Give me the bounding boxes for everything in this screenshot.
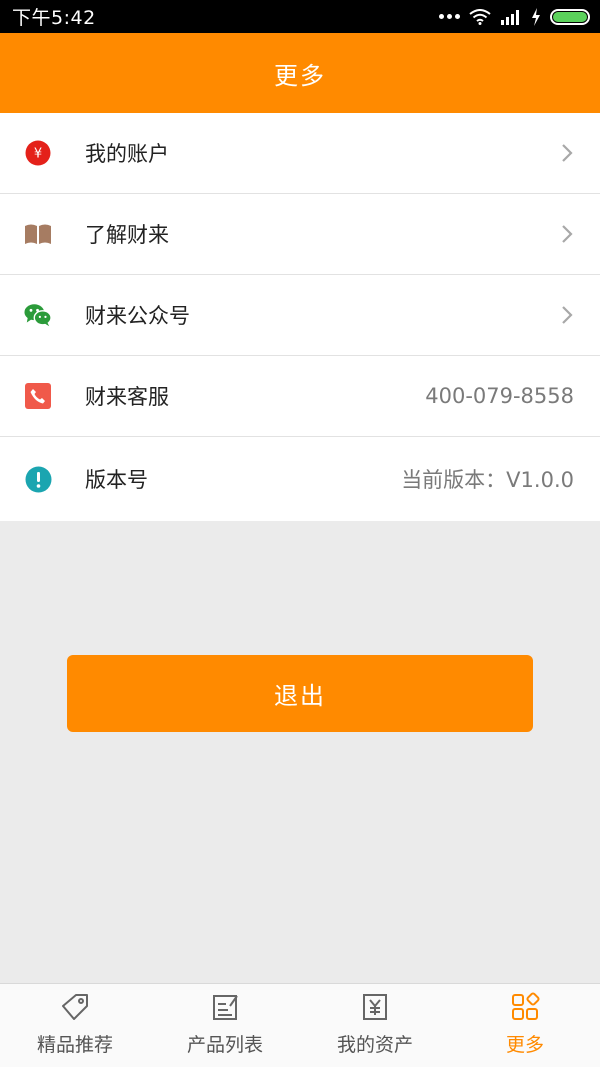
menu-item-version: 版本号 当前版本：V1.0.0 (0, 437, 600, 521)
app-header: 更多 (0, 33, 600, 113)
exclamation-circle-icon (24, 465, 52, 493)
svg-text:¥: ¥ (34, 147, 42, 162)
chevron-right-icon (562, 144, 573, 162)
yen-receipt-icon (363, 994, 387, 1020)
tab-label: 产品列表 (186, 1034, 263, 1056)
page-title: 更多 (274, 61, 326, 90)
more-page: 下午5:42 更多 ¥ 我的账户 了解财来 财来公众号 财来客服 400-079… (0, 0, 600, 1067)
tab-more[interactable]: 更多 (450, 984, 600, 1067)
wifi-icon (469, 8, 491, 25)
menu-item-about[interactable]: 了解财来 (0, 194, 600, 275)
menu-item-label: 版本号 (85, 468, 148, 492)
signal-icon (501, 9, 519, 25)
chevron-right-icon (562, 306, 573, 324)
chevron-right-icon (562, 225, 573, 243)
tab-product-list[interactable]: 产品列表 (150, 984, 300, 1067)
service-phone-number[interactable]: 400-079-8558 (425, 384, 574, 408)
yen-circle-icon: ¥ (24, 139, 52, 167)
version-value: 当前版本：V1.0.0 (401, 468, 574, 492)
status-time: 下午5:42 (12, 7, 96, 29)
tab-label: 我的资产 (336, 1034, 413, 1056)
phone-icon (24, 382, 52, 410)
logout-button[interactable]: 退出 (67, 655, 533, 732)
wechat-icon (24, 301, 52, 329)
charging-icon (532, 7, 540, 26)
menu-item-customer-service[interactable]: 财来客服 400-079-8558 (0, 356, 600, 437)
status-icons (439, 7, 590, 26)
tab-my-assets[interactable]: 我的资产 (300, 984, 450, 1067)
menu-item-label: 财来公众号 (85, 304, 190, 328)
bottom-tab-bar: 精品推荐 产品列表 我的资产 更多 (0, 983, 600, 1067)
tab-label: 更多 (505, 1034, 544, 1056)
more-dots-icon (439, 14, 460, 19)
edit-list-icon (213, 995, 238, 1020)
menu-item-wechat[interactable]: 财来公众号 (0, 275, 600, 356)
tag-icon (62, 994, 88, 1020)
tab-label: 精品推荐 (36, 1034, 113, 1056)
tab-featured[interactable]: 精品推荐 (0, 984, 150, 1067)
menu-item-my-account[interactable]: ¥ 我的账户 (0, 113, 600, 194)
menu-list: ¥ 我的账户 了解财来 财来公众号 财来客服 400-079-8558 版本号 … (0, 113, 600, 521)
battery-icon (550, 8, 590, 25)
grid-diamond-icon (512, 992, 540, 1020)
menu-item-label: 了解财来 (85, 223, 169, 247)
menu-item-label: 财来客服 (85, 385, 169, 409)
menu-item-label: 我的账户 (85, 142, 169, 166)
status-bar: 下午5:42 (0, 0, 600, 33)
book-icon (24, 220, 52, 248)
